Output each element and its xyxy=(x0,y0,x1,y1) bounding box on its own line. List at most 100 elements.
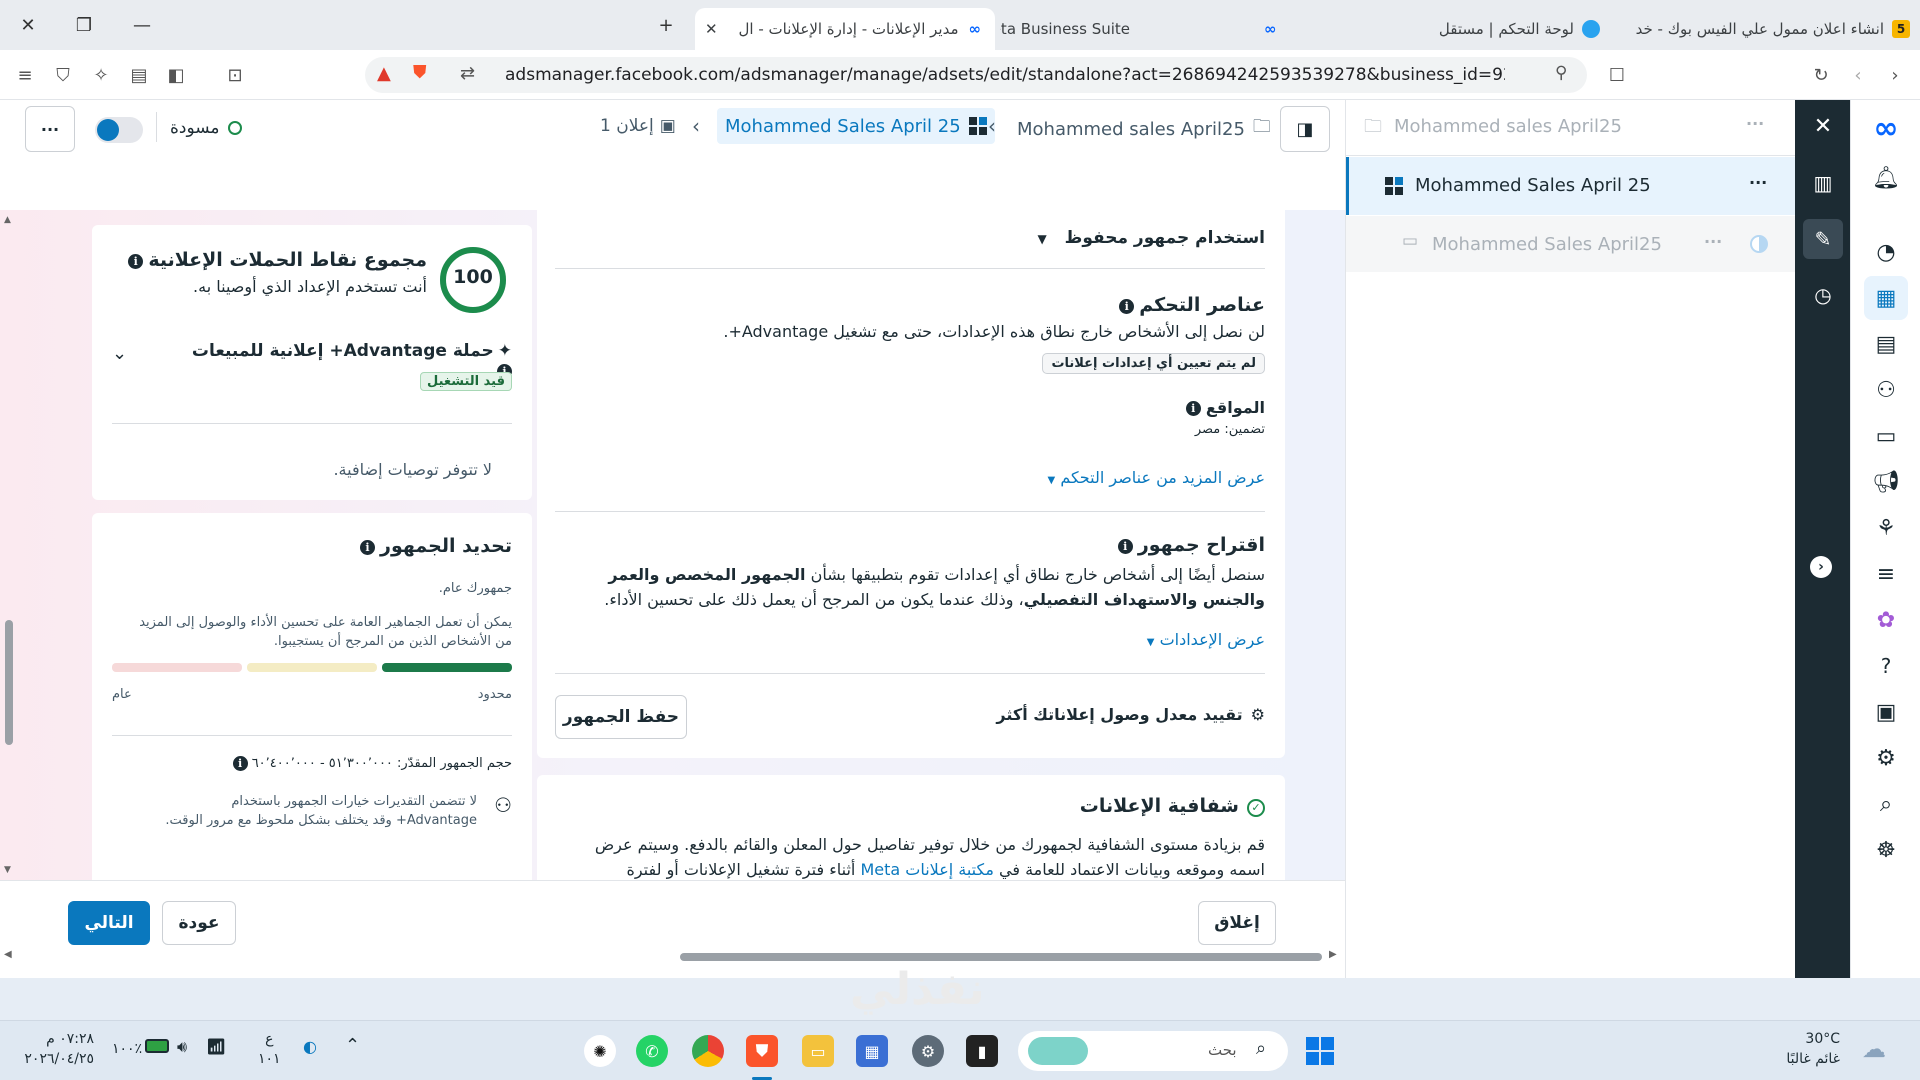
brave-rewards-icon[interactable]: ▲ xyxy=(377,63,391,84)
settings-app-icon[interactable]: ⚙ xyxy=(912,1035,944,1067)
info-icon[interactable]: i xyxy=(232,756,248,771)
restore-window-icon[interactable]: ❐ xyxy=(70,12,98,38)
tab-ads-manager[interactable]: ∞ مدير الإعلانات - إدارة الإعلانات - ال … xyxy=(695,8,995,50)
screenshot-icon[interactable]: ⊡ xyxy=(222,62,248,88)
back-icon[interactable]: ‹ xyxy=(1845,62,1871,88)
toggle-panel-button[interactable]: ◨ xyxy=(1280,106,1330,152)
saved-audience-dropdown[interactable]: استخدام جمهور محفوظ ▼ xyxy=(665,228,1265,248)
settings-gear-icon[interactable]: ⚙ xyxy=(1864,736,1908,780)
weather-widget[interactable]: 30°C غائم غالبًا xyxy=(1750,1029,1840,1069)
info-icon[interactable]: i xyxy=(1119,299,1135,314)
more-options-icon[interactable]: ··· xyxy=(1704,232,1722,251)
bar-chart-icon[interactable]: ▥ xyxy=(1803,163,1843,203)
windows-start-icon[interactable] xyxy=(1306,1037,1334,1065)
tree-item-adset[interactable]: Mohammed Sales April 25 ··· xyxy=(1346,157,1796,215)
menu-lines-icon[interactable]: ≡ xyxy=(1864,552,1908,596)
close-button[interactable]: إغلاق xyxy=(1198,901,1276,945)
close-editor-icon[interactable]: ✕ xyxy=(1803,106,1843,146)
network-status-icon[interactable]: ◐ xyxy=(303,1037,317,1056)
dashboard-gauge-icon[interactable]: ◔ xyxy=(1864,230,1908,274)
volume-icon[interactable]: 🔊︎ xyxy=(177,1037,187,1057)
campaigns-table-icon[interactable]: ▦ xyxy=(1864,276,1908,320)
taskbar-search[interactable]: بحث ⌕ xyxy=(1018,1031,1288,1071)
brave-icon[interactable]: ⛊ xyxy=(746,1035,778,1067)
minimize-window-icon[interactable]: — xyxy=(128,12,156,38)
info-icon[interactable]: i xyxy=(128,254,144,269)
brave-shield-icon[interactable]: ⛊ xyxy=(413,62,427,83)
info-icon[interactable]: i xyxy=(1185,401,1201,416)
bookmark-icon[interactable]: ☐ xyxy=(1604,62,1630,88)
sidebar-icon[interactable]: ◧ xyxy=(163,62,189,88)
save-audience-button[interactable]: حفظ الجمهور xyxy=(555,695,687,739)
ads-megaphone-icon[interactable]: 📢︎ xyxy=(1864,460,1908,504)
tune-icon[interactable]: ⚲ xyxy=(1555,63,1567,83)
extensions-icon[interactable]: ✧ xyxy=(88,62,114,88)
forward-icon[interactable]: › xyxy=(1882,62,1908,88)
history-clock-icon[interactable]: ◷ xyxy=(1803,275,1843,315)
wallet-icon[interactable]: ▤ xyxy=(126,62,152,88)
scrollbar-thumb[interactable] xyxy=(5,620,13,745)
more-options-button[interactable]: ··· xyxy=(25,106,75,152)
chevron-up-icon[interactable]: ⌃ xyxy=(345,1035,360,1056)
breadcrumb-campaign[interactable]: Mohammed sales April25 🗀 xyxy=(1017,114,1271,144)
whatsapp-icon[interactable]: ✆ xyxy=(636,1035,668,1067)
language-indicator[interactable]: ع ١٠١ xyxy=(258,1029,281,1069)
horizontal-scrollbar-thumb[interactable] xyxy=(680,953,1322,961)
address-bar[interactable]: ▲ ⛊ ⇄ adsmanager.facebook.com/adsmanager… xyxy=(365,57,1587,93)
next-button[interactable]: التالي xyxy=(68,901,150,945)
info-icon[interactable]: i xyxy=(1117,539,1133,554)
campaign-toggle[interactable] xyxy=(95,117,143,143)
store-icon[interactable]: ▦ xyxy=(856,1035,888,1067)
terminal-icon[interactable]: ▮ xyxy=(966,1035,998,1067)
tab-facebook-ads-article[interactable]: 5 انشاء اعلان ممول علي الفيس بوك - خد xyxy=(1620,8,1920,50)
adset-grid-icon xyxy=(968,117,987,135)
url-text[interactable]: adsmanager.facebook.com/adsmanager/manag… xyxy=(505,65,1505,85)
documents-icon[interactable]: ▤ xyxy=(1864,322,1908,366)
more-options-icon[interactable]: ··· xyxy=(1746,114,1764,133)
scroll-right-icon[interactable]: ▶ xyxy=(1329,949,1337,960)
vertical-scrollbar[interactable]: ▲ ▼ xyxy=(3,210,15,880)
close-tab-icon[interactable]: ✕ xyxy=(705,20,718,38)
events-network-icon[interactable]: ⚘ xyxy=(1864,506,1908,550)
breadcrumb-ads[interactable]: 1 إعلان ▣ xyxy=(600,116,676,136)
ai-flower-icon[interactable]: ✿ xyxy=(1864,598,1908,642)
clock[interactable]: ٠٧:٢٨ م ٢٠٢٦/٠٤/٢٥ xyxy=(20,1029,94,1069)
ad-library-link[interactable]: مكتبة إعلانات Meta xyxy=(860,860,993,879)
tab-business-suite[interactable]: Meta Business Suite ∞ xyxy=(1000,8,1300,50)
file-explorer-icon[interactable]: ▭ xyxy=(802,1035,834,1067)
edit-pencil-icon[interactable]: ✎ xyxy=(1803,219,1843,259)
search-placeholder: بحث xyxy=(1208,1041,1237,1059)
bug-report-icon[interactable]: ☸ xyxy=(1864,828,1908,872)
editor-scroll-area[interactable]: ▲ ▼ 100 مجموع نقاط الحملات الإعلانية i أ… xyxy=(0,210,1345,880)
reload-icon[interactable]: ↻ xyxy=(1808,62,1834,88)
meta-logo-icon[interactable]: ∞ xyxy=(1864,106,1908,150)
info-icon[interactable]: i xyxy=(359,540,375,555)
billing-card-icon[interactable]: ▭ xyxy=(1864,414,1908,458)
battery-icon[interactable] xyxy=(145,1039,169,1053)
chevron-down-icon[interactable]: ⌄ xyxy=(112,343,127,364)
back-button[interactable]: عودة xyxy=(162,901,236,945)
view-settings-link[interactable]: عرض الإعدادات ▼ xyxy=(965,630,1265,649)
tree-item-campaign[interactable]: 🗀 Mohammed sales April25 ··· xyxy=(1346,100,1796,156)
chatgpt-icon[interactable]: ✺ xyxy=(584,1035,616,1067)
news-feed-icon[interactable]: ▣ xyxy=(1864,690,1908,734)
expand-arrow-icon[interactable]: › xyxy=(1810,556,1832,578)
tab-mostaql[interactable]: لوحة التحكم | مستقل xyxy=(1400,8,1610,50)
scroll-left-icon[interactable]: ◀ xyxy=(4,949,12,960)
more-controls-link[interactable]: عرض المزيد من عناصر التحكم ▼ xyxy=(765,468,1265,487)
more-options-icon[interactable]: ··· xyxy=(1749,173,1767,192)
notifications-bell-icon[interactable]: 🔔︎ xyxy=(1864,156,1908,200)
chrome-icon[interactable] xyxy=(692,1035,724,1067)
shield-icon[interactable]: ⛉ xyxy=(50,62,76,88)
site-info-icon[interactable]: ⇄ xyxy=(460,63,475,84)
menu-icon[interactable]: ≡ xyxy=(12,62,38,88)
wifi-icon[interactable]: 📶︎ xyxy=(206,1037,226,1056)
breadcrumb-adset[interactable]: Mohammed Sales April 25 xyxy=(717,108,995,144)
audiences-icon[interactable]: ⚇ xyxy=(1864,368,1908,412)
tree-item-ad[interactable]: ▭ Mohammed Sales April25 ··· xyxy=(1346,216,1796,272)
search-icon[interactable]: ⌕ xyxy=(1864,782,1908,826)
limit-reach-row[interactable]: ⚙ تقييد معدل وصول إعلاناتك أكثر xyxy=(765,705,1265,724)
new-tab-button[interactable]: + xyxy=(652,12,680,38)
close-window-icon[interactable]: ✕ xyxy=(14,12,42,38)
help-question-icon[interactable]: ? xyxy=(1864,644,1908,688)
